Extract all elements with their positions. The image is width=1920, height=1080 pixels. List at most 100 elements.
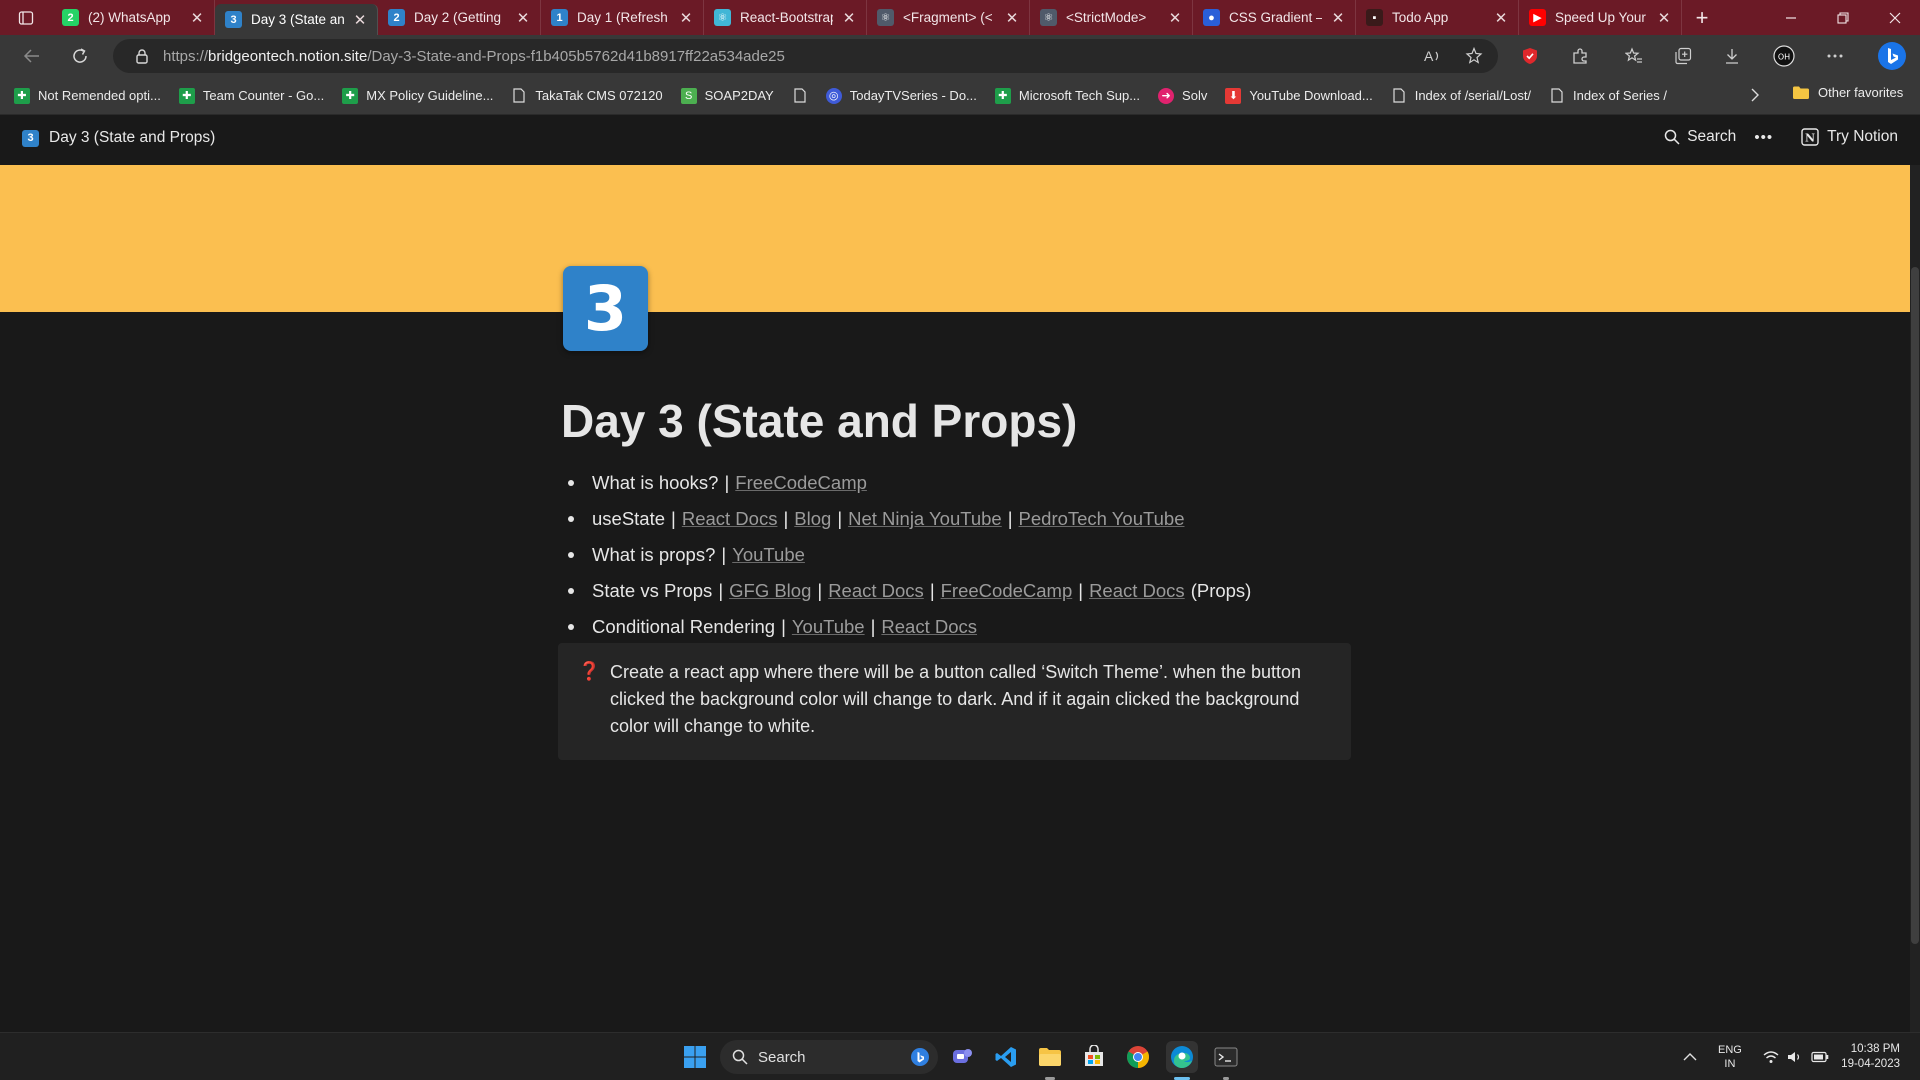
clock[interactable]: 10:38 PM 19-04-2023	[1832, 1042, 1900, 1072]
browser-tab[interactable]: 1 Day 1 (Refresh ✕	[541, 0, 704, 35]
more-options-button[interactable]: •••	[1754, 129, 1773, 146]
notion-2-icon: 2	[388, 9, 405, 26]
browser-tab[interactable]: ▪ Todo App ✕	[1356, 0, 1519, 35]
edge-app-active[interactable]	[1166, 1041, 1198, 1080]
region-code: IN	[1724, 1058, 1736, 1070]
search-button[interactable]: Search	[1664, 128, 1736, 146]
close-window-button[interactable]	[1870, 0, 1920, 35]
terminal-app[interactable]	[1210, 1041, 1242, 1080]
resource-link[interactable]: GFG Blog	[729, 580, 811, 602]
bookmark-item[interactable]: Index of Series /	[1549, 88, 1667, 104]
tab-label: Day 1 (Refresh	[577, 10, 668, 25]
browser-tab[interactable]: 2 Day 2 (Getting ✕	[378, 0, 541, 35]
add-favorite-button[interactable]	[1454, 35, 1494, 77]
separator: |	[724, 472, 730, 493]
green-plus-icon: ✚	[342, 87, 359, 104]
breadcrumb[interactable]: 3 Day 3 (State and Props)	[22, 129, 215, 147]
scrollbar-thumb[interactable]	[1911, 267, 1919, 944]
browser-tab[interactable]: ⚛ <StrictMode> ✕	[1030, 0, 1193, 35]
resource-link[interactable]: Net Ninja YouTube	[848, 508, 1002, 530]
separator: |	[837, 508, 843, 529]
show-hidden-icons-button[interactable]	[1674, 1041, 1706, 1073]
settings-more-button[interactable]	[1815, 35, 1855, 77]
close-tab-icon[interactable]: ✕	[679, 9, 693, 27]
separator: |	[718, 580, 724, 601]
taskbar-search[interactable]: Search	[720, 1040, 938, 1074]
browser-tab[interactable]: ⚛ React-Bootstrap ✕	[704, 0, 867, 35]
other-favorites-folder[interactable]: Other favorites	[1792, 85, 1903, 100]
resource-link[interactable]: React Docs	[881, 616, 977, 638]
teams-chat-app[interactable]	[946, 1041, 978, 1073]
resource-link[interactable]: Blog	[794, 508, 831, 530]
bookmarks-overflow-button[interactable]	[1750, 88, 1760, 102]
bookmark-item[interactable]: ⬇ YouTube Download...	[1225, 87, 1373, 104]
favorites-button[interactable]	[1614, 35, 1654, 77]
bookmark-item[interactable]: ➜ Solv	[1158, 87, 1207, 104]
bookmark-item[interactable]: ✚ Microsoft Tech Sup...	[994, 87, 1140, 104]
tab-actions-button[interactable]	[0, 0, 52, 35]
extensions-button[interactable]	[1560, 35, 1600, 77]
close-tab-icon[interactable]: ✕	[1005, 9, 1019, 27]
bookmark-item[interactable]: Index of /serial/Lost/	[1391, 88, 1531, 104]
clock-time: 10:38 PM	[1850, 1043, 1900, 1055]
system-tray-quick-settings[interactable]	[1756, 1041, 1836, 1073]
resource-link[interactable]: YouTube	[792, 616, 865, 638]
bookmark-item[interactable]: ✚ MX Policy Guideline...	[342, 87, 493, 104]
resource-link[interactable]: FreeCodeCamp	[735, 472, 867, 494]
resource-link[interactable]: React Docs	[1089, 580, 1185, 602]
close-tab-icon[interactable]: ✕	[190, 9, 204, 27]
close-tab-icon[interactable]: ✕	[1494, 9, 1508, 27]
url-field[interactable]: https://bridgeontech.notion.site/Day-3-S…	[113, 39, 1498, 73]
microsoft-store-app[interactable]	[1078, 1041, 1110, 1073]
callout-text: Create a react app where there will be a…	[610, 662, 1302, 736]
shield-extension-button[interactable]	[1510, 35, 1550, 77]
close-tab-icon[interactable]: ✕	[1168, 9, 1182, 27]
browser-tab[interactable]: ● CSS Gradient – ✕	[1193, 0, 1356, 35]
new-tab-button[interactable]: +	[1682, 5, 1722, 31]
start-button[interactable]	[679, 1041, 711, 1073]
tab-label: React-Bootstrap	[740, 10, 833, 25]
browser-tab[interactable]: ⚛ <Fragment> (< ✕	[867, 0, 1030, 35]
browser-tab[interactable]: ▶ Speed Up Your ✕	[1519, 0, 1682, 35]
bookmark-item[interactable]: TakaTak CMS 072120	[511, 88, 663, 104]
page-icon-3[interactable]: 3	[563, 266, 648, 351]
resource-link[interactable]: FreeCodeCamp	[941, 580, 1073, 602]
file-explorer-app[interactable]	[1034, 1041, 1066, 1080]
vscode-app[interactable]	[990, 1041, 1022, 1073]
bookmark-item[interactable]	[792, 88, 808, 104]
language-indicator[interactable]: ENG IN	[1718, 1043, 1742, 1071]
back-button[interactable]	[8, 35, 56, 77]
try-notion-button[interactable]: N Try Notion	[1801, 128, 1898, 146]
close-tab-icon[interactable]: ✕	[1657, 9, 1671, 27]
bookmark-item[interactable]: ✚ Team Counter - Go...	[178, 87, 324, 104]
profile-button[interactable]: OH	[1764, 35, 1804, 77]
minimize-button[interactable]	[1766, 0, 1816, 35]
bing-chat-button[interactable]	[1870, 35, 1914, 77]
refresh-button[interactable]	[56, 35, 104, 77]
more-dots-icon	[1827, 54, 1843, 58]
collections-button[interactable]	[1663, 35, 1703, 77]
page-title: Day 3 (State and Props)	[561, 395, 1078, 447]
resource-link[interactable]: React Docs	[682, 508, 778, 530]
read-aloud-icon: A	[1424, 48, 1439, 64]
browser-tab[interactable]: 2 (2) WhatsApp ✕	[52, 0, 215, 35]
bookmark-item[interactable]: S SOAP2DAY	[680, 87, 774, 104]
resource-link[interactable]: YouTube	[732, 544, 805, 566]
bookmark-item[interactable]: ◎ TodayTVSeries - Do...	[825, 87, 977, 104]
page-scrollbar[interactable]	[1910, 165, 1920, 1032]
bookmark-item[interactable]: ✚ Not Remended opti...	[14, 87, 161, 104]
close-tab-icon[interactable]: ✕	[1331, 9, 1345, 27]
browser-tab[interactable]: 3 Day 3 (State an ✕	[215, 4, 378, 35]
chrome-app[interactable]	[1122, 1041, 1154, 1073]
read-aloud-button[interactable]: A	[1413, 35, 1453, 77]
resource-link[interactable]: PedroTech YouTube	[1019, 508, 1185, 530]
bing-icon	[911, 1048, 929, 1066]
downloads-button[interactable]	[1712, 35, 1752, 77]
close-tab-icon[interactable]: ✕	[516, 9, 530, 27]
resource-link[interactable]: React Docs	[828, 580, 924, 602]
restore-button[interactable]	[1818, 0, 1868, 35]
close-tab-icon[interactable]: ✕	[353, 11, 367, 29]
close-tab-icon[interactable]: ✕	[842, 9, 856, 27]
refresh-icon	[73, 48, 87, 63]
edge-icon	[1171, 1046, 1193, 1068]
